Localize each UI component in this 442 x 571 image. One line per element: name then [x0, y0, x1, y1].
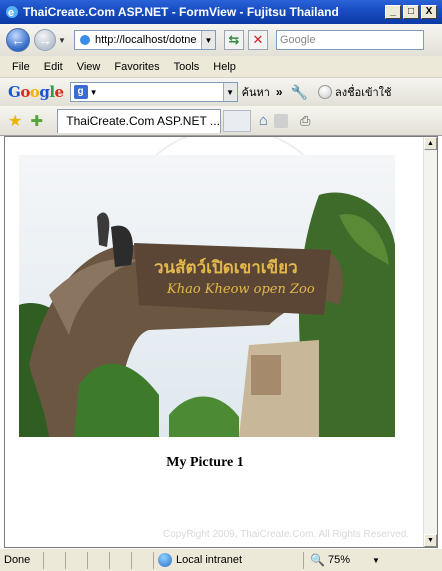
close-button[interactable]: X [421, 5, 437, 19]
address-dropdown-icon[interactable]: ▼ [201, 31, 215, 49]
stop-button[interactable]: ✕ [248, 30, 268, 50]
zoo-entrance-photo: วนสัตว์เปิดเขาเขียว Khao Kheow open Zoo [19, 155, 395, 437]
status-cell [66, 551, 88, 569]
status-cell [132, 551, 154, 569]
menu-edit[interactable]: Edit [38, 61, 71, 73]
refresh-button[interactable]: ⇆ [224, 30, 244, 50]
forward-arrow-icon: → [38, 32, 52, 48]
menu-favorites[interactable]: Favorites [108, 61, 167, 73]
page-viewport: วนสัตว์เปิดเขาเขียว Khao Kheow open Zoo … [4, 136, 438, 548]
status-cell [110, 551, 132, 569]
google-logo: Google [8, 83, 64, 101]
sign-in-label: ลงชื่อเข้าใช้ [335, 87, 392, 99]
menu-file[interactable]: File [6, 61, 38, 73]
status-text: Done [0, 551, 44, 569]
back-button[interactable]: ← [6, 28, 30, 52]
new-tab-button[interactable] [222, 109, 251, 132]
url-text[interactable]: http://localhost/dotne [95, 34, 201, 46]
zoom-control[interactable]: 🔍 75% ▼ [304, 553, 380, 567]
user-icon [318, 85, 333, 99]
zoom-magnifier-icon: 🔍 [310, 553, 325, 567]
sign-thai-text: วนสัตว์เปิดเขาเขียว [154, 257, 298, 278]
google-toolbar: Google g ▼ ▼ ค้นหา » 🔧 ลงชื่อเข้าใช้ [0, 78, 442, 106]
zoom-level: 75% [327, 554, 350, 566]
google-g-icon[interactable]: g [73, 85, 88, 99]
favorites-star-icon[interactable]: ★ [8, 111, 22, 131]
sign-in-button[interactable]: ลงชื่อเข้าใช้ [318, 83, 392, 101]
address-field[interactable]: http://localhost/dotne ▼ [74, 30, 216, 50]
google-search-input[interactable]: g ▼ ▼ [69, 82, 238, 102]
status-bar: Done Local intranet 🔍 75% ▼ [0, 548, 442, 571]
window-titlebar: e ThaiCreate.Com ASP.NET - FormView - Fu… [0, 0, 442, 24]
wrench-icon[interactable]: 🔧 [291, 84, 308, 101]
menu-view[interactable]: View [71, 61, 109, 73]
more-chevron-icon[interactable]: » [276, 85, 283, 99]
home-icon[interactable]: ⌂ [259, 112, 268, 129]
zoo-photo-graphic: วนสัตว์เปิดเขาเขียว Khao Kheow open Zoo [19, 155, 395, 437]
feeds-icon[interactable] [273, 113, 288, 128]
copyright-watermark: CopyRight 2009, ThaiCreate.Com. All Righ… [163, 529, 410, 540]
print-icon[interactable]: ⎙ [300, 113, 310, 129]
ie-icon: e [6, 6, 18, 19]
tab-toolbar: ★ ✚ ThaiCreate.Com ASP.NET ... ⌂ ⎙ [0, 106, 442, 136]
zoom-dropdown-icon[interactable]: ▼ [372, 556, 380, 565]
scroll-up-icon[interactable]: ▲ [424, 137, 437, 150]
google-options-dropdown-icon[interactable]: ▼ [90, 88, 98, 97]
page-icon [80, 35, 90, 45]
menu-bar: File Edit View Favorites Tools Help [0, 56, 442, 78]
tab-thaicreate[interactable]: ThaiCreate.Com ASP.NET ... [56, 108, 221, 133]
back-arrow-icon: ← [11, 32, 25, 48]
status-cell [44, 551, 66, 569]
menu-tools[interactable]: Tools [168, 61, 208, 73]
history-dropdown-icon[interactable]: ▼ [58, 36, 68, 45]
status-cell [88, 551, 110, 569]
zone-label: Local intranet [176, 554, 243, 566]
maximize-button[interactable]: □ [403, 5, 419, 19]
scroll-down-icon[interactable]: ▼ [424, 534, 437, 547]
menu-help[interactable]: Help [207, 61, 244, 73]
forward-button[interactable]: → [34, 29, 56, 51]
picture-caption: My Picture 1 [166, 455, 244, 470]
sign-english-text: Khao Kheow open Zoo [166, 282, 315, 297]
minimize-button[interactable]: _ [385, 5, 401, 19]
intranet-globe-icon [158, 553, 172, 567]
security-zone[interactable]: Local intranet [154, 551, 304, 569]
google-search-button[interactable]: ค้นหา [242, 83, 270, 101]
vertical-scrollbar[interactable]: ▲ ▼ [423, 137, 437, 547]
svg-text:e: e [8, 7, 14, 19]
add-favorites-icon[interactable]: ✚ [30, 112, 43, 130]
tab-title: ThaiCreate.Com ASP.NET ... [66, 114, 220, 128]
search-input[interactable]: Google [276, 30, 424, 50]
address-toolbar: ← → ▼ http://localhost/dotne ▼ ⇆ ✕ Googl… [0, 24, 442, 56]
window-title: ThaiCreate.Com ASP.NET - FormView - Fuji… [23, 5, 339, 19]
google-history-dropdown-icon[interactable]: ▼ [222, 83, 237, 101]
